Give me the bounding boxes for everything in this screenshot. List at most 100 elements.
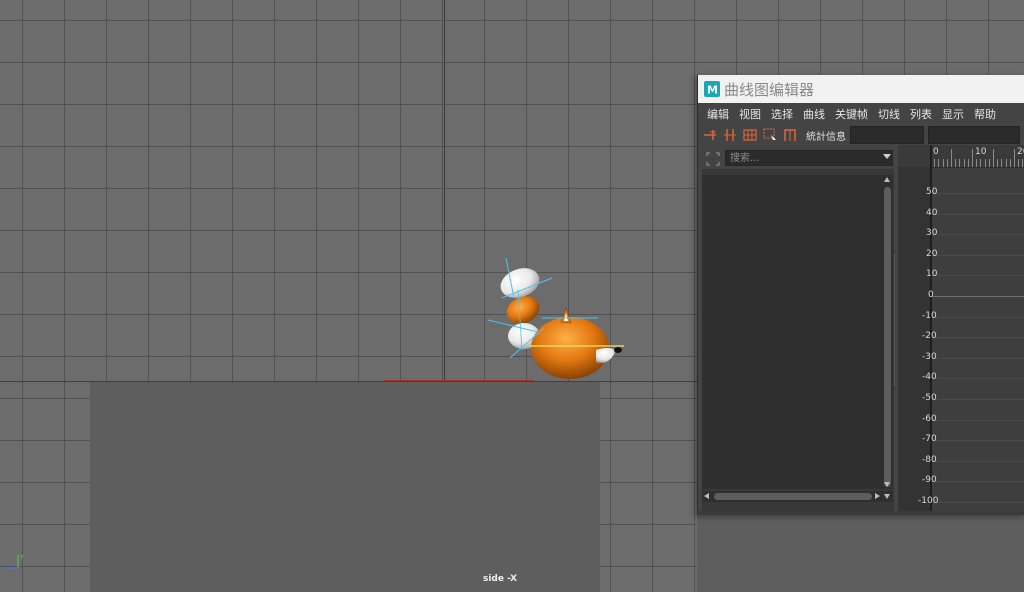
graph-editor-window[interactable]: M 曲线图编辑器 编辑 视图 选择 曲线 关键帧 切线 列表 显示 帮助 統計信…	[697, 75, 1024, 515]
value-gridline	[932, 316, 1024, 318]
value-gridline	[932, 337, 1024, 339]
ruler-minor-tick	[980, 159, 982, 167]
scroll-left-icon[interactable]	[704, 493, 709, 499]
search-dropdown-icon[interactable]	[883, 154, 891, 159]
horizontal-scroll-thumb[interactable]	[714, 493, 872, 500]
value-gridline	[932, 213, 1024, 215]
ruler-minor-tick	[1018, 159, 1020, 167]
value-gridline	[932, 378, 1024, 380]
graph-view[interactable]: 0 10 20 50 40 30 20 10 0 -10 -20 -30 -40 -50 -60 -70 -8…	[898, 145, 1024, 511]
value-tick-label: 20	[926, 248, 938, 259]
camera-label: side -X	[482, 574, 518, 584]
value-gridline	[932, 399, 1024, 400]
value-tick-label: -10	[922, 310, 937, 321]
ruler-minor-tick	[963, 159, 965, 167]
ruler-minor-tick	[1009, 159, 1011, 167]
stats-field-2[interactable]	[928, 126, 1020, 144]
ruler-minor-tick	[951, 149, 952, 167]
ruler-minor-tick	[946, 159, 948, 167]
time-ruler[interactable]: 0 10 20	[898, 145, 1024, 168]
region-select-icon[interactable]	[762, 127, 778, 143]
value-tick-label: 0	[928, 290, 934, 300]
value-tick-label: 10	[926, 269, 938, 280]
menu-show[interactable]: 显示	[937, 106, 969, 122]
search-input[interactable]: 搜索...	[725, 150, 893, 166]
filter-icon[interactable]	[706, 152, 720, 166]
value-gridline	[932, 234, 1024, 236]
value-gridline	[932, 419, 1024, 421]
window-bottom-edge	[698, 511, 1024, 515]
horizontal-scrollbar[interactable]	[702, 491, 882, 502]
axis-gizmo-icon: y z	[4, 553, 24, 574]
scroll-right-icon[interactable]	[875, 493, 880, 499]
outliner-list[interactable]	[702, 175, 882, 489]
menu-bar: 编辑 视图 选择 曲线 关键帧 切线 列表 显示 帮助	[698, 103, 1024, 125]
ruler-minor-tick	[938, 159, 940, 167]
ruler-minor-tick	[955, 159, 957, 167]
ruler-minor-tick	[942, 159, 944, 167]
scroll-corner	[882, 491, 893, 502]
time-tick-label: 10	[975, 147, 987, 157]
value-gridline	[932, 193, 1024, 194]
insert-key-icon[interactable]	[702, 127, 718, 143]
value-tick-label: -50	[922, 393, 937, 403]
ground-plane	[90, 381, 600, 592]
ruler-minor-tick	[1005, 159, 1007, 167]
scroll-up-icon[interactable]	[884, 177, 890, 182]
value-tick-label: -100	[918, 496, 939, 506]
move-key-icon[interactable]	[722, 127, 738, 143]
logo-letter: M	[707, 84, 718, 97]
lattice-icon[interactable]	[742, 127, 758, 143]
ruler-minor-tick	[984, 159, 986, 167]
ruler-minor-tick	[997, 159, 999, 167]
ruler-minor-tick	[934, 159, 936, 167]
viewport-lower-region	[697, 515, 1024, 592]
ruler-minor-tick	[1014, 149, 1015, 167]
stats-field-1[interactable]	[850, 126, 924, 144]
time-tick-label: 20	[1017, 147, 1024, 157]
ruler-minor-tick	[988, 159, 990, 167]
ruler-minor-tick	[959, 159, 961, 167]
graph-editor-titlebar[interactable]: M 曲线图编辑器	[698, 75, 1024, 103]
value-tick-label: -90	[922, 475, 937, 486]
graph-outliner: 搜索...	[702, 149, 894, 511]
ruler-minor-tick	[967, 159, 969, 167]
value-gridline	[932, 460, 1024, 462]
ruler-minor-tick	[1022, 159, 1024, 167]
value-tick-label: 40	[926, 207, 938, 218]
menu-select[interactable]: 选择	[766, 106, 798, 122]
value-tick-label: -40	[922, 372, 937, 383]
value-tick-label: 50	[926, 187, 938, 197]
menu-keys[interactable]: 关键帧	[830, 106, 873, 122]
menu-edit[interactable]: 编辑	[702, 106, 734, 122]
value-tick-label: -80	[922, 454, 937, 465]
ruler-minor-tick	[1001, 159, 1003, 167]
menu-tangents[interactable]: 切线	[873, 106, 905, 122]
toolbar: 統計信息	[698, 125, 1024, 145]
zero-value-line	[932, 296, 1024, 297]
ruler-minor-tick	[993, 149, 994, 167]
menu-help[interactable]: 帮助	[969, 106, 1001, 122]
scroll-down-small-icon[interactable]	[884, 494, 890, 499]
vertical-scrollbar[interactable]	[882, 175, 893, 489]
value-tick-label: -20	[922, 331, 937, 342]
menu-view[interactable]: 视图	[734, 106, 766, 122]
character-model[interactable]	[478, 250, 638, 390]
value-tick-label: 30	[926, 228, 938, 239]
bracket-icon[interactable]	[782, 127, 798, 143]
value-gridline	[932, 502, 1024, 503]
vertical-scroll-thumb[interactable]	[884, 187, 891, 487]
ruler-minor-tick	[976, 159, 978, 167]
axis-label-z: z	[4, 567, 7, 574]
value-gridline	[932, 275, 1024, 277]
menu-curves[interactable]: 曲线	[798, 106, 830, 122]
window-title: 曲线图编辑器	[724, 80, 815, 99]
value-tick-label: -60	[922, 413, 937, 424]
grid-axis-line	[444, 0, 445, 381]
value-gridline	[932, 357, 1024, 359]
scroll-down-icon[interactable]	[884, 482, 890, 487]
stats-label: 統計信息	[806, 131, 846, 143]
menu-list[interactable]: 列表	[905, 106, 937, 122]
maya-logo-icon: M	[704, 81, 720, 97]
value-gridline	[932, 254, 1024, 256]
